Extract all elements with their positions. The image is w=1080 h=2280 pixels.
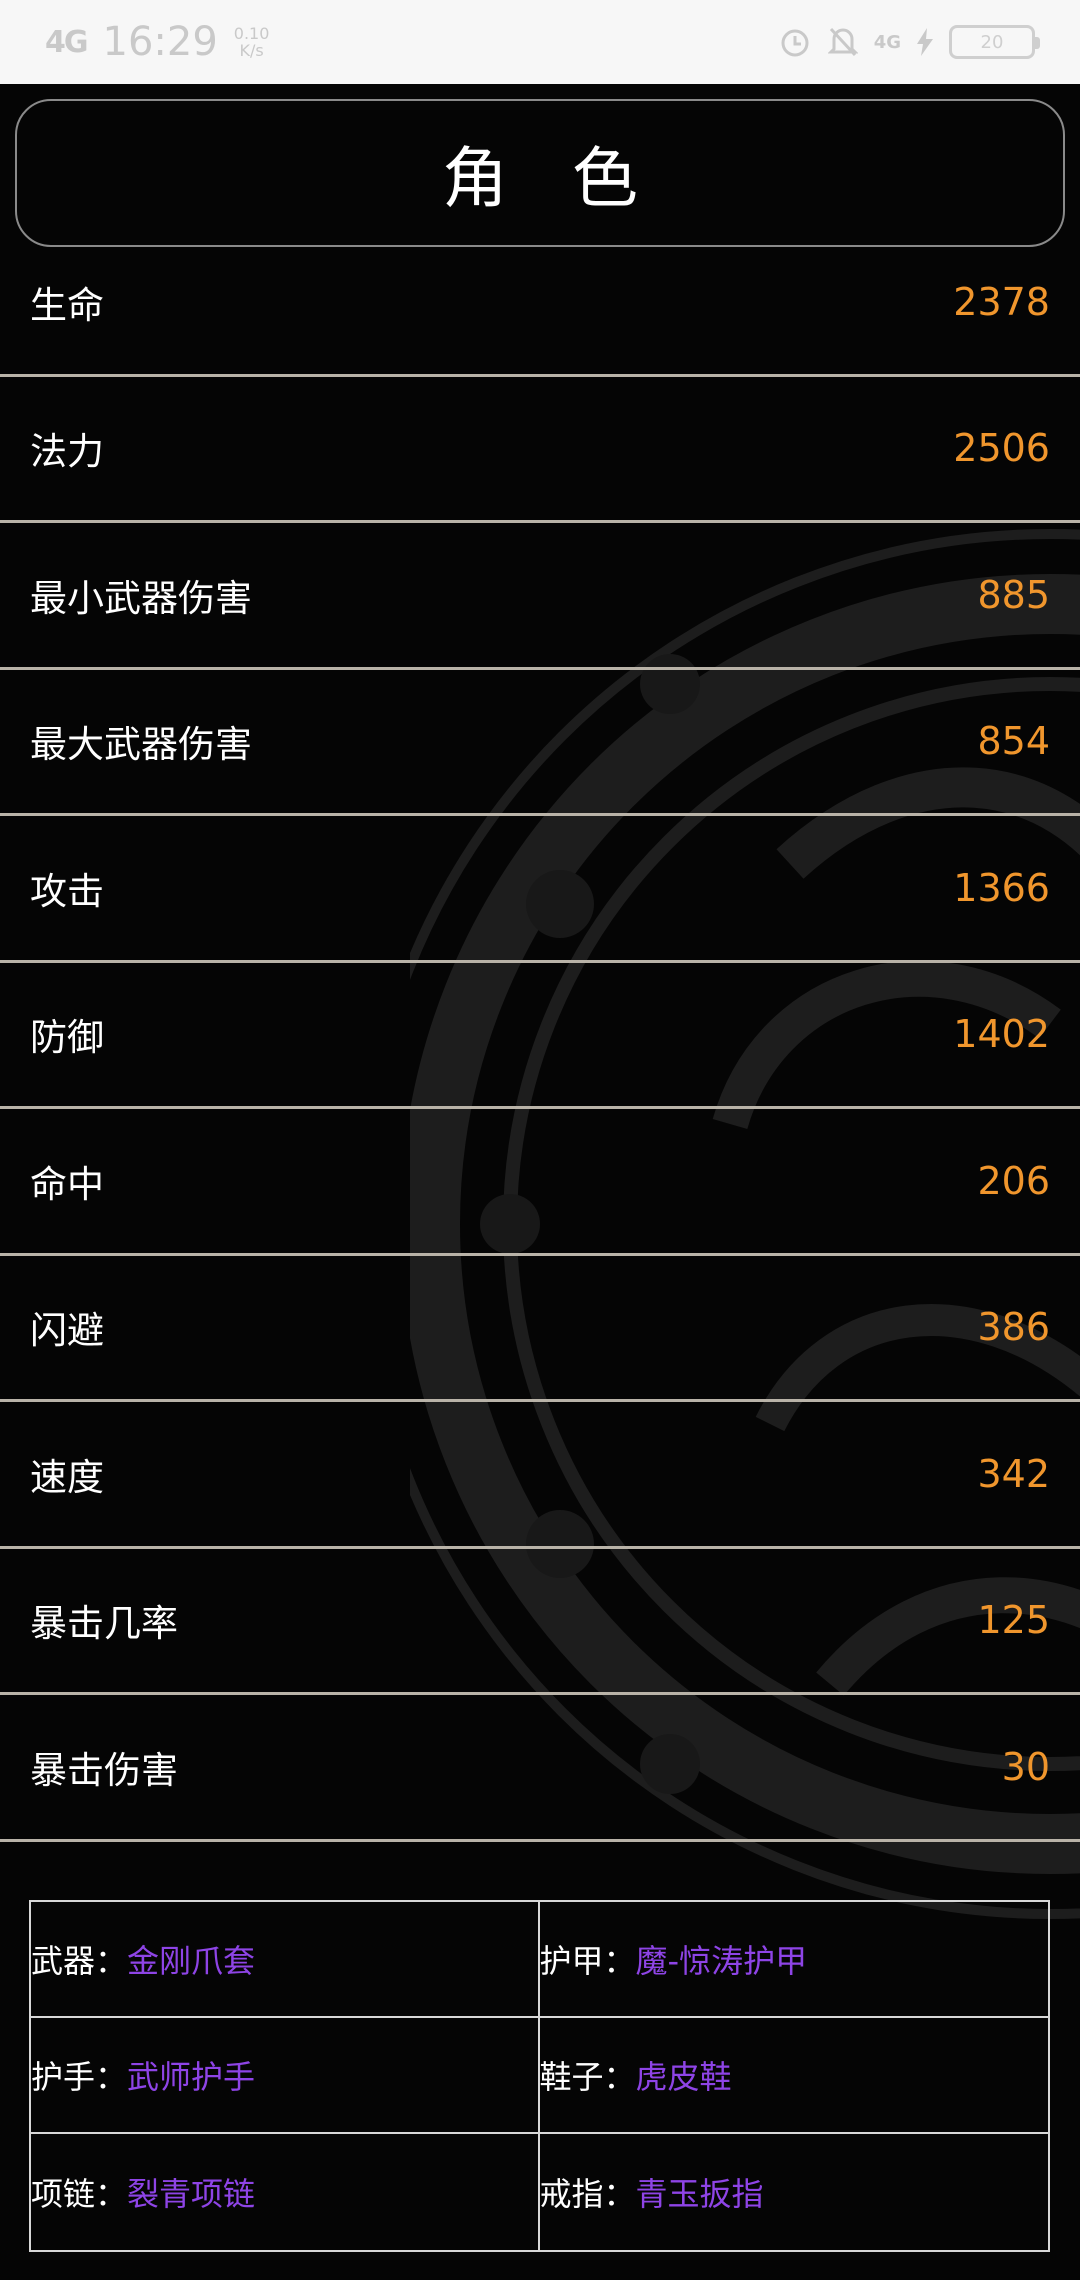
- equip-item-link[interactable]: 裂青项链: [127, 2169, 255, 2215]
- stat-name: 法力: [30, 430, 104, 474]
- equip-slot-necklace[interactable]: 项链： 裂青项链: [31, 2134, 540, 2250]
- equip-item-link[interactable]: 青玉扳指: [636, 2169, 764, 2215]
- status-left: 4G 16:29 0.10 K/s: [45, 19, 269, 65]
- equip-label: 护甲：: [539, 1942, 636, 1980]
- stat-row-crit-rate: 暴击几率 125: [0, 1549, 1080, 1695]
- stat-name: 暴击伤害: [30, 1748, 178, 1792]
- equip-label: 鞋子：: [539, 2058, 636, 2096]
- stat-name: 最大武器伤害: [30, 723, 252, 767]
- battery-icon: 20: [949, 25, 1040, 59]
- equip-label: 项链：: [31, 2175, 128, 2213]
- stat-row-mp: 法力 2506: [0, 377, 1080, 523]
- equip-item-link[interactable]: 武师护手: [127, 2052, 255, 2098]
- equip-slot-shoes[interactable]: 鞋子： 虎皮鞋: [539, 2018, 1048, 2134]
- stat-row-accuracy: 命中 206: [0, 1109, 1080, 1256]
- stat-name: 命中: [30, 1162, 104, 1206]
- stat-name: 最小武器伤害: [30, 576, 252, 620]
- equip-item-link[interactable]: 虎皮鞋: [636, 2052, 732, 2098]
- stat-row-crit-damage: 暴击伤害 30: [0, 1695, 1080, 1842]
- stat-value: 1366: [953, 865, 1050, 910]
- stat-name: 生命: [30, 283, 104, 327]
- stat-name: 暴击几率: [30, 1602, 178, 1646]
- stat-row-hp: 生命 2378: [0, 230, 1080, 377]
- status-time: 16:29: [102, 19, 218, 65]
- status-right: 4G 20: [778, 25, 1040, 59]
- stat-value: 386: [977, 1305, 1050, 1350]
- equip-slot-weapon[interactable]: 武器： 金刚爪套: [31, 1902, 540, 2018]
- stat-row-max-weapon-damage: 最大武器伤害 854: [0, 670, 1080, 816]
- page-title: 角色: [442, 140, 702, 217]
- stat-value: 2506: [953, 426, 1050, 471]
- stat-value: 854: [977, 719, 1050, 764]
- character-panel: 角色 生命 2378 法力 2506 最小武器伤害 885 最大武器伤害 854…: [0, 84, 1080, 2280]
- stat-value: 885: [977, 572, 1050, 617]
- network-speed-unit: K/s: [239, 41, 264, 60]
- equip-label: 戒指：: [539, 2175, 636, 2213]
- stat-value: 1402: [953, 1012, 1050, 1057]
- network-speed: 0.10 K/s: [234, 25, 270, 59]
- alarm-icon: [778, 25, 812, 59]
- battery-level: 20: [980, 31, 1004, 53]
- equip-slot-ring[interactable]: 戒指： 青玉扳指: [540, 2134, 1049, 2250]
- equip-label: 武器：: [31, 1942, 128, 1980]
- stat-value: 206: [977, 1158, 1050, 1203]
- signal-icon: 4G: [45, 24, 88, 60]
- equip-slot-armor[interactable]: 护甲： 魔-惊涛护甲: [539, 1902, 1048, 2018]
- stat-row-attack: 攻击 1366: [0, 816, 1080, 963]
- stat-name: 攻击: [30, 869, 104, 913]
- stat-name: 闪避: [30, 1309, 104, 1353]
- equip-item-link[interactable]: 魔-惊涛护甲: [636, 1936, 808, 1982]
- stat-value: 125: [977, 1598, 1050, 1643]
- stats-list: 生命 2378 法力 2506 最小武器伤害 885 最大武器伤害 854 攻击…: [0, 280, 1080, 1842]
- charging-icon: [917, 28, 933, 56]
- stat-value: 2378: [953, 279, 1050, 324]
- stat-row-speed: 速度 342: [0, 1402, 1080, 1549]
- equip-item-link[interactable]: 金刚爪套: [127, 1936, 255, 1982]
- silent-bell-icon: [827, 25, 858, 59]
- equip-label: 护手：: [31, 2058, 128, 2096]
- status-bar: 4G 16:29 0.10 K/s 4G 20: [0, 0, 1080, 84]
- stat-value: 30: [1001, 1744, 1050, 1789]
- stat-row-min-weapon-damage: 最小武器伤害 885: [0, 523, 1080, 670]
- stat-value: 342: [977, 1451, 1050, 1496]
- equipment-table: 武器： 金刚爪套 护甲： 魔-惊涛护甲 护手： 武师护手 鞋子： 虎皮鞋 项链：…: [29, 1900, 1050, 2252]
- stat-name: 速度: [30, 1455, 104, 1499]
- equip-slot-gloves[interactable]: 护手： 武师护手: [31, 2018, 540, 2134]
- network-type: 4G: [873, 31, 901, 53]
- stat-name: 防御: [30, 1016, 104, 1060]
- stat-row-defense: 防御 1402: [0, 963, 1080, 1109]
- title-box: 角色: [15, 99, 1065, 247]
- stat-row-dodge: 闪避 386: [0, 1256, 1080, 1402]
